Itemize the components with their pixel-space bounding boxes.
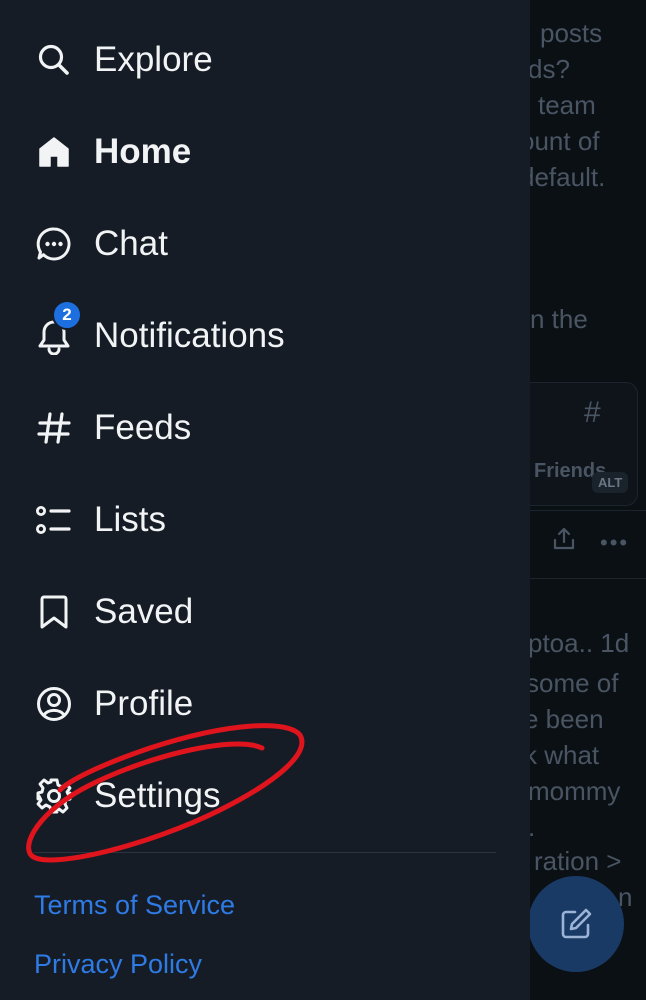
terms-of-service-link[interactable]: Terms of Service	[34, 890, 235, 921]
nav-label: Lists	[94, 500, 166, 539]
nav-label: Feeds	[94, 408, 192, 447]
nav-label: Profile	[94, 684, 194, 723]
drawer-divider	[34, 852, 496, 853]
nav-label: Settings	[94, 776, 221, 815]
bell-icon: 2	[34, 300, 82, 356]
home-icon	[34, 132, 74, 172]
feed-text: ptoa.. 1d	[528, 628, 630, 658]
feed-text: e been	[524, 704, 604, 734]
feed-text: ration >	[534, 846, 622, 876]
more-options-icon[interactable]: •••	[600, 530, 629, 556]
nav-item-saved[interactable]: Saved	[34, 582, 504, 642]
feed-text: k what	[524, 740, 600, 770]
privacy-policy-link[interactable]: Privacy Policy	[34, 949, 202, 980]
divider	[520, 510, 646, 511]
feed-text: team	[538, 90, 596, 120]
gear-icon	[34, 776, 74, 816]
feed-text: ds?	[528, 54, 570, 84]
nav-item-profile[interactable]: Profile	[34, 674, 504, 734]
navigation-drawer: Explore Home Chat 2 Notifications Feeds …	[0, 0, 530, 1000]
nav-label: Explore	[94, 40, 213, 79]
nav-label: Chat	[94, 224, 168, 263]
nav-item-feeds[interactable]: Feeds	[34, 398, 504, 458]
compose-icon	[561, 908, 592, 939]
nav-item-chat[interactable]: Chat	[34, 214, 504, 274]
user-circle-icon	[34, 684, 74, 724]
nav-item-home[interactable]: Home	[34, 122, 504, 182]
feed-text: some of	[526, 668, 619, 698]
nav-label: Notifications	[94, 316, 285, 355]
alt-badge[interactable]: ALT	[592, 472, 629, 493]
bookmark-icon	[34, 592, 74, 632]
feed-text: mommy	[528, 776, 621, 806]
nav-item-explore[interactable]: Explore	[34, 30, 504, 90]
feed-card-hash: #	[584, 396, 601, 429]
divider	[520, 578, 646, 579]
nav-label: Saved	[94, 592, 194, 631]
feed-text: default.	[520, 162, 606, 192]
nav-item-lists[interactable]: Lists	[34, 490, 504, 550]
feed-text: n the	[530, 304, 588, 334]
share-icon[interactable]	[552, 526, 576, 552]
compose-button[interactable]	[528, 876, 624, 972]
chat-icon	[34, 224, 74, 264]
hash-icon	[34, 408, 74, 448]
nav-item-settings[interactable]: Settings	[34, 766, 504, 826]
nav-label: Home	[94, 132, 192, 171]
feed-text: posts	[540, 18, 603, 48]
search-icon	[34, 40, 74, 80]
nav-item-notifications[interactable]: 2 Notifications	[34, 300, 504, 366]
notification-count-badge: 2	[52, 300, 82, 330]
feed-text: ount of	[520, 126, 600, 156]
list-icon	[34, 500, 74, 540]
